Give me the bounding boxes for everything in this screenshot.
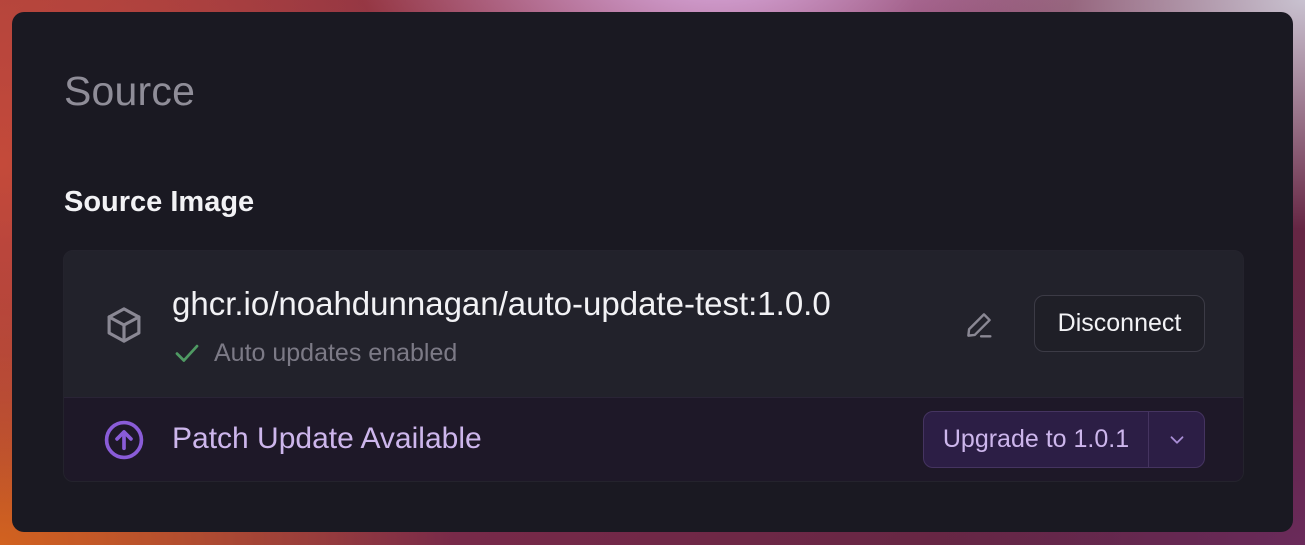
source-panel: Source Source Image ghcr.io/noahdunnagan… — [12, 12, 1293, 532]
upgrade-split-button: Upgrade to 1.0.1 — [923, 411, 1205, 468]
edit-image-button[interactable] — [957, 303, 1001, 347]
check-icon — [175, 344, 199, 362]
auto-update-status: Auto updates enabled — [172, 338, 457, 368]
arrow-up-circle-icon — [104, 420, 144, 460]
section-subtitle: Source Image — [64, 186, 255, 218]
upgrade-button[interactable]: Upgrade to 1.0.1 — [924, 412, 1149, 467]
box-icon — [107, 307, 141, 343]
status-text: Auto updates enabled — [214, 338, 458, 367]
update-banner: Patch Update Available Upgrade to 1.0.1 — [64, 397, 1243, 481]
pencil-icon — [967, 313, 992, 338]
chevron-down-icon — [1170, 435, 1183, 444]
image-name: ghcr.io/noahdunnagan/auto-update-test:1.… — [172, 285, 831, 322]
update-available-text: Patch Update Available — [172, 422, 482, 455]
section-title: Source — [64, 68, 196, 114]
source-image-row: ghcr.io/noahdunnagan/auto-update-test:1.… — [64, 251, 1243, 397]
source-image-card: ghcr.io/noahdunnagan/auto-update-test:1.… — [63, 250, 1244, 482]
upgrade-options-button[interactable] — [1149, 412, 1204, 467]
disconnect-button[interactable]: Disconnect — [1034, 295, 1205, 352]
